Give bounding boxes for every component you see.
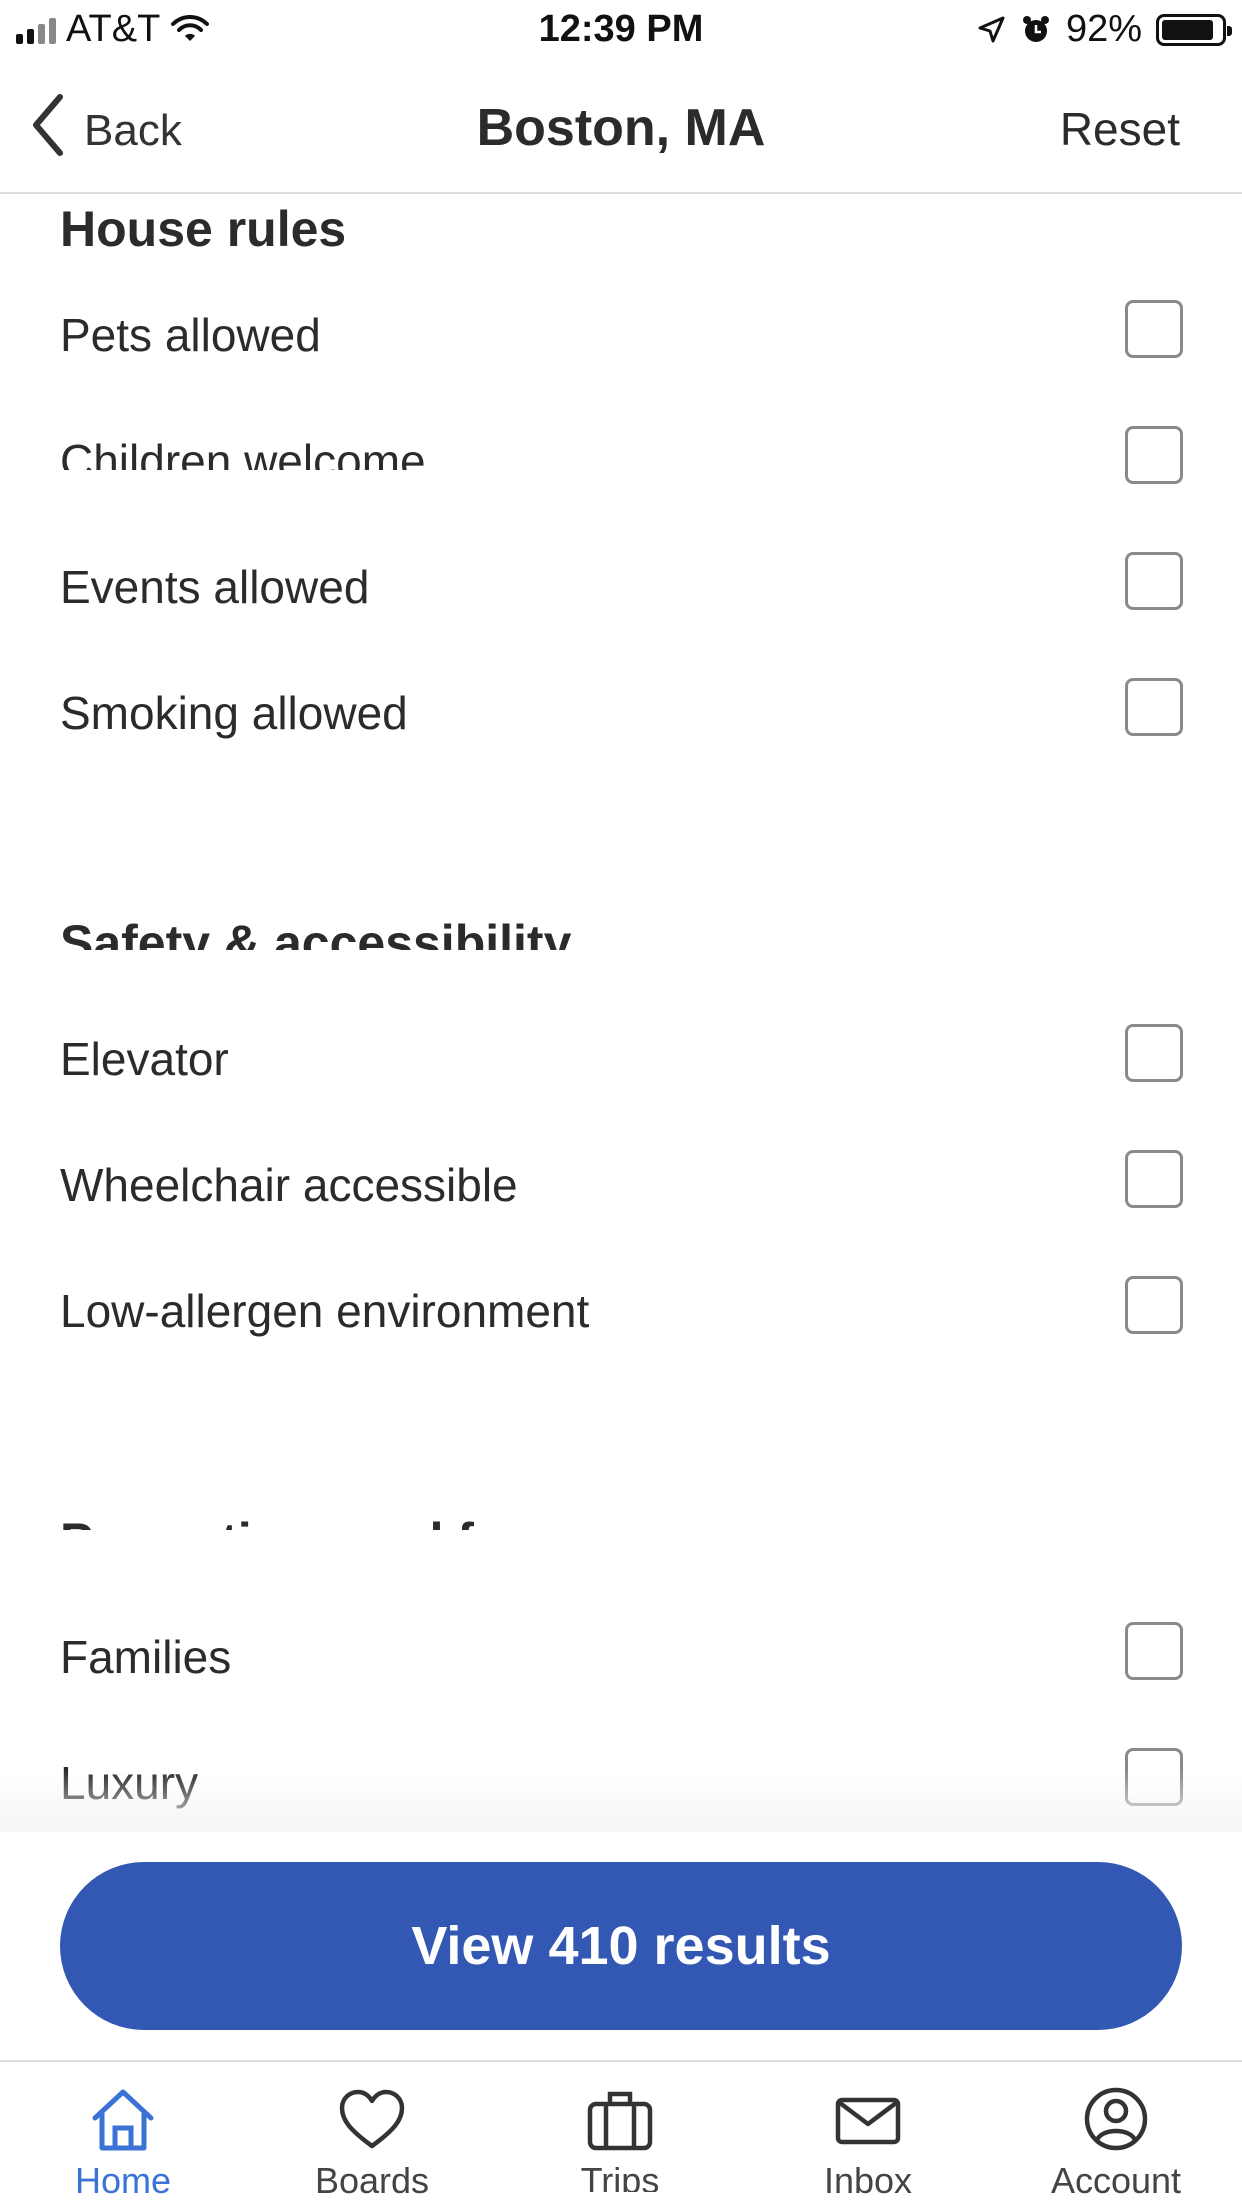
checkbox[interactable] xyxy=(1125,1024,1183,1082)
filter-row-low-allergen[interactable]: Low-allergen environment xyxy=(0,1258,1242,1368)
page-title: Boston, MA xyxy=(476,99,766,157)
tab-label: Home xyxy=(74,2160,172,2201)
filter-row-children-welcome[interactable]: Children welcome xyxy=(0,408,1242,518)
status-bar: AT&T 12:39 PM 92% xyxy=(0,0,1242,62)
scroll-fade xyxy=(0,1770,1242,1832)
status-right: 92% xyxy=(976,8,1232,51)
checkbox[interactable] xyxy=(1125,426,1183,484)
section-title-house-rules: House rules xyxy=(60,201,347,257)
tab-boards[interactable]: Boards xyxy=(272,2084,472,2202)
filter-list: House rules Pets allowed Children welcom… xyxy=(0,192,1242,1832)
section-title-properties-good-for: Properties good for xyxy=(60,1512,524,1530)
tab-label: Trips xyxy=(580,2160,660,2192)
nav-header: Back Boston, MA Reset xyxy=(0,62,1242,194)
filter-row-pets-allowed[interactable]: Pets allowed xyxy=(0,282,1242,392)
envelope-icon xyxy=(835,2097,901,2145)
battery-percent: 92% xyxy=(1065,8,1142,50)
bottom-tab-bar: Home Boards Trips Inbox Account xyxy=(0,2060,1242,2210)
alarm-clock-icon xyxy=(1022,15,1049,42)
tab-trips[interactable]: Trips xyxy=(520,2084,720,2192)
tab-home[interactable]: Home xyxy=(23,2084,223,2202)
filter-row-events-allowed[interactable]: Events allowed xyxy=(0,534,1242,644)
filter-row-smoking-allowed[interactable]: Smoking allowed xyxy=(0,660,1242,770)
tab-label: Account xyxy=(1050,2160,1182,2201)
filter-label: Low-allergen environment xyxy=(60,1285,590,1337)
filter-label: Pets allowed xyxy=(60,309,321,361)
filter-row-families[interactable]: Families xyxy=(0,1604,1242,1714)
filter-label: Wheelchair accessible xyxy=(60,1159,518,1211)
battery-icon xyxy=(1156,13,1232,46)
filter-label: Smoking allowed xyxy=(60,687,408,739)
checkbox[interactable] xyxy=(1125,1276,1183,1334)
filter-row-wheelchair-accessible[interactable]: Wheelchair accessible xyxy=(0,1132,1242,1242)
filter-label: Events allowed xyxy=(60,561,370,613)
filter-row-elevator[interactable]: Elevator xyxy=(0,1006,1242,1116)
tab-label: Boards xyxy=(314,2160,430,2201)
heart-icon xyxy=(339,2089,405,2149)
suitcase-icon xyxy=(587,2091,653,2151)
home-icon xyxy=(92,2089,154,2151)
section-title-safety-accessibility: Safety & accessibility xyxy=(60,915,572,950)
checkbox[interactable] xyxy=(1125,300,1183,358)
tab-account[interactable]: Account xyxy=(1016,2084,1216,2202)
account-icon xyxy=(1084,2087,1148,2151)
filter-label: Children welcome xyxy=(60,435,426,470)
reset-button[interactable]: Reset xyxy=(1060,102,1180,156)
location-arrow-icon xyxy=(978,16,1005,42)
tab-inbox[interactable]: Inbox xyxy=(768,2084,968,2202)
checkbox[interactable] xyxy=(1125,1150,1183,1208)
checkbox[interactable] xyxy=(1125,678,1183,736)
filter-label: Families xyxy=(60,1631,232,1683)
tab-label: Inbox xyxy=(823,2160,913,2201)
checkbox[interactable] xyxy=(1125,1622,1183,1680)
view-results-button[interactable]: View 410 results xyxy=(60,1862,1182,2030)
filter-label: Elevator xyxy=(60,1033,229,1085)
checkbox[interactable] xyxy=(1125,552,1183,610)
